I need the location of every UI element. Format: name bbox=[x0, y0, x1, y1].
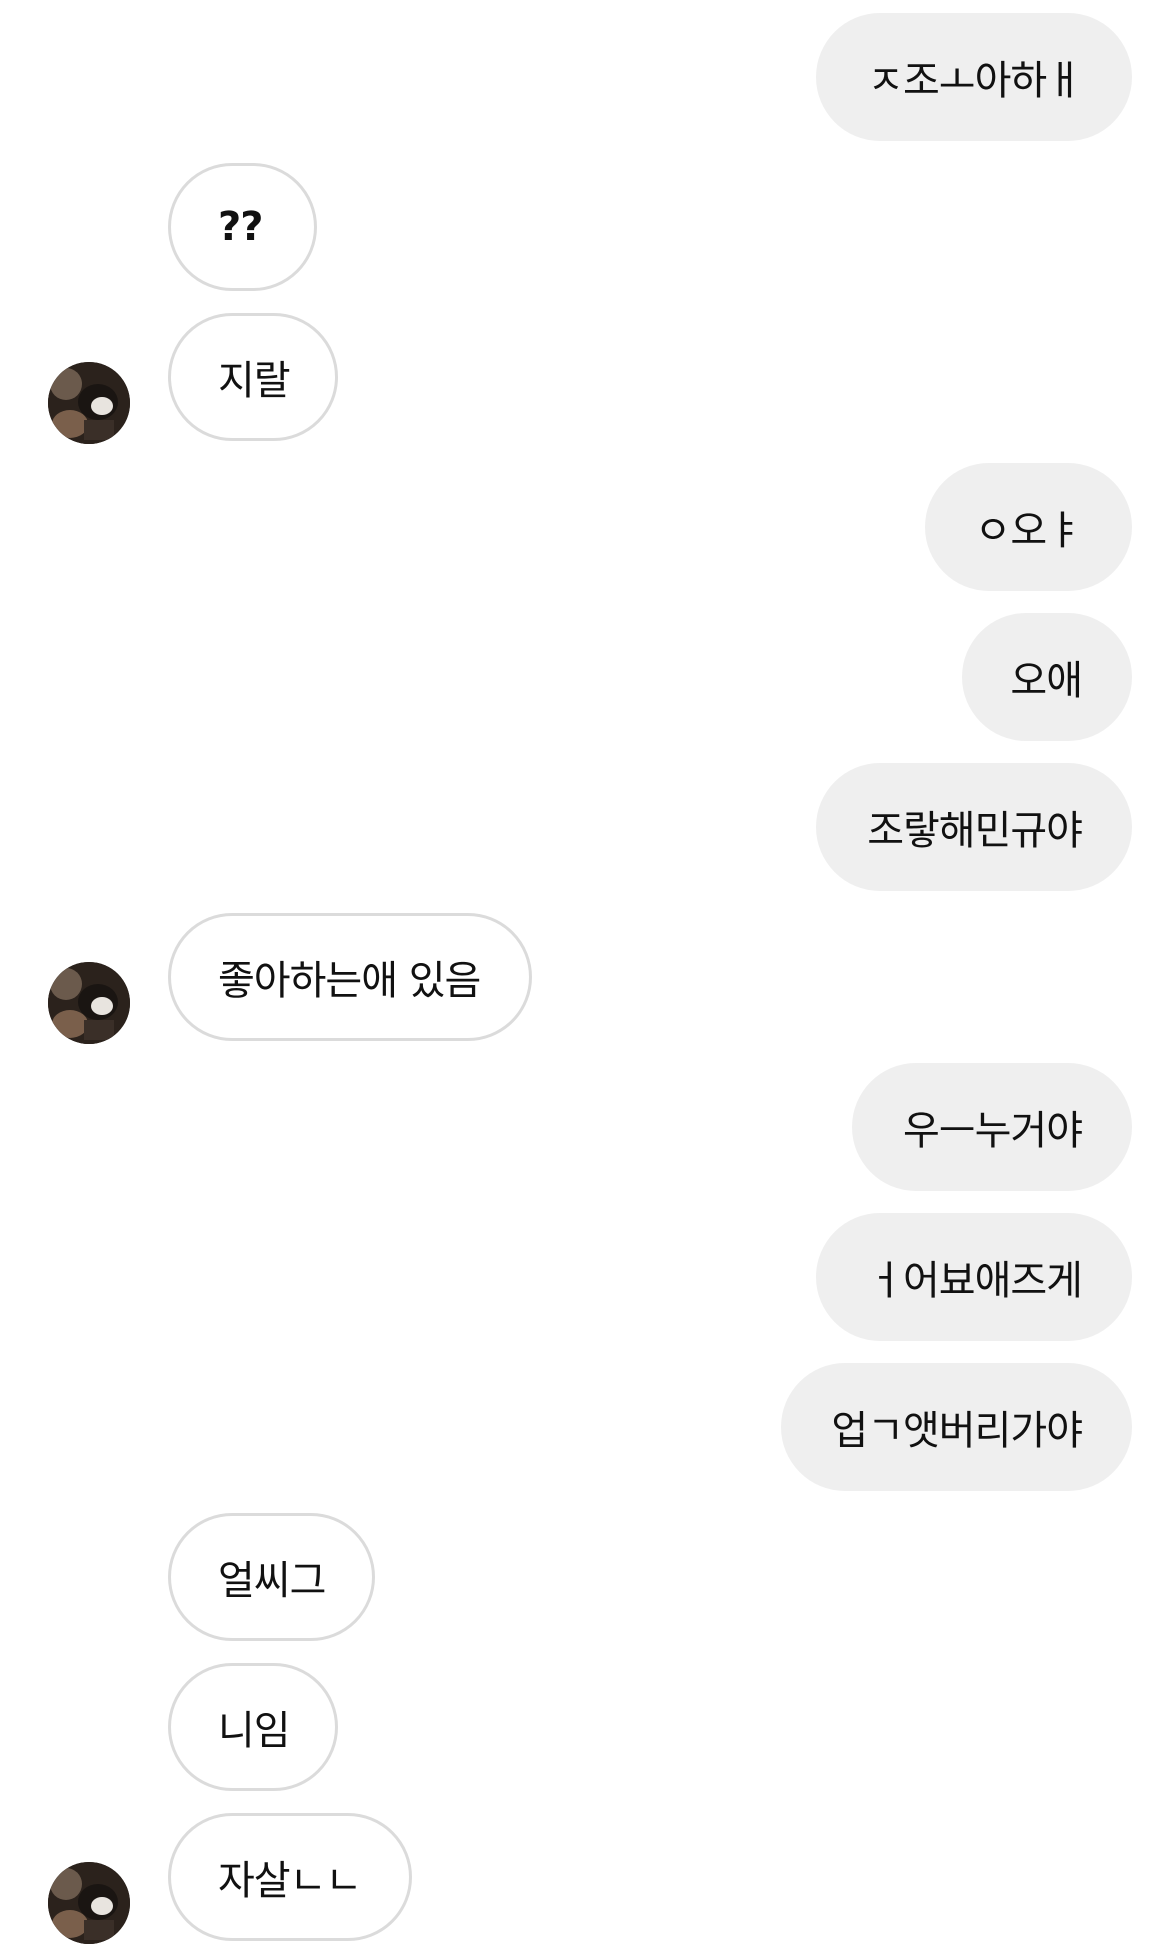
sent-message-bubble[interactable]: ㅇ오ㅑ bbox=[925, 463, 1132, 591]
sent-message-bubble[interactable]: ㅓ어뵤애즈게 bbox=[816, 1213, 1132, 1341]
message-text: ㅓ어뵤애즈게 bbox=[867, 1258, 1083, 1304]
sent-message-bubble[interactable]: ㅈ조ㅗ아하ㅐ bbox=[816, 13, 1132, 141]
received-message-bubble[interactable]: ?? bbox=[168, 163, 317, 291]
avatar-photo-icon bbox=[48, 962, 130, 1044]
message-text: 니임 bbox=[218, 1708, 291, 1754]
sent-message-bubble[interactable]: 조랗해민규야 bbox=[816, 763, 1132, 891]
message-text: 얼씨그 bbox=[218, 1558, 326, 1604]
message-text: ㅇ오ㅑ bbox=[974, 508, 1083, 554]
sender-avatar[interactable] bbox=[48, 362, 130, 444]
sent-message-bubble[interactable]: 우ㅡ누거야 bbox=[852, 1063, 1132, 1191]
message-text: 오애 bbox=[1010, 658, 1083, 704]
message-text: ㅈ조ㅗ아하ㅐ bbox=[867, 58, 1083, 104]
sender-avatar[interactable] bbox=[48, 1862, 130, 1944]
message-text: ?? bbox=[218, 204, 263, 250]
avatar-photo-icon bbox=[48, 362, 130, 444]
message-text: 업ㄱ앳버리가야 bbox=[831, 1408, 1083, 1454]
sent-message-bubble[interactable]: 업ㄱ앳버리가야 bbox=[781, 1363, 1132, 1491]
received-message-bubble[interactable]: 자살ㄴㄴ bbox=[168, 1813, 412, 1941]
sent-message-bubble[interactable]: 오애 bbox=[962, 613, 1132, 741]
received-message-bubble[interactable]: 얼씨그 bbox=[168, 1513, 375, 1641]
message-text: 지랄 bbox=[218, 358, 291, 404]
avatar-photo-icon bbox=[48, 1862, 130, 1944]
received-message-bubble[interactable]: 지랄 bbox=[168, 313, 338, 441]
message-text: 조랗해민규야 bbox=[867, 808, 1083, 854]
message-text: 좋아하는애 있음 bbox=[218, 958, 481, 1004]
message-text: 자살ㄴㄴ bbox=[218, 1858, 362, 1904]
sender-avatar[interactable] bbox=[48, 962, 130, 1044]
message-text: 우ㅡ누거야 bbox=[903, 1108, 1083, 1154]
received-message-bubble[interactable]: 좋아하는애 있음 bbox=[168, 913, 532, 1041]
received-message-bubble[interactable]: 니임 bbox=[168, 1663, 338, 1791]
chat-thread: ㅈ조ㅗ아하ㅐ ?? 지랄 ㅇ오ㅑ 오애 조랗해민규야 좋아하는애 있음 우ㅡ누거… bbox=[0, 0, 1170, 1956]
